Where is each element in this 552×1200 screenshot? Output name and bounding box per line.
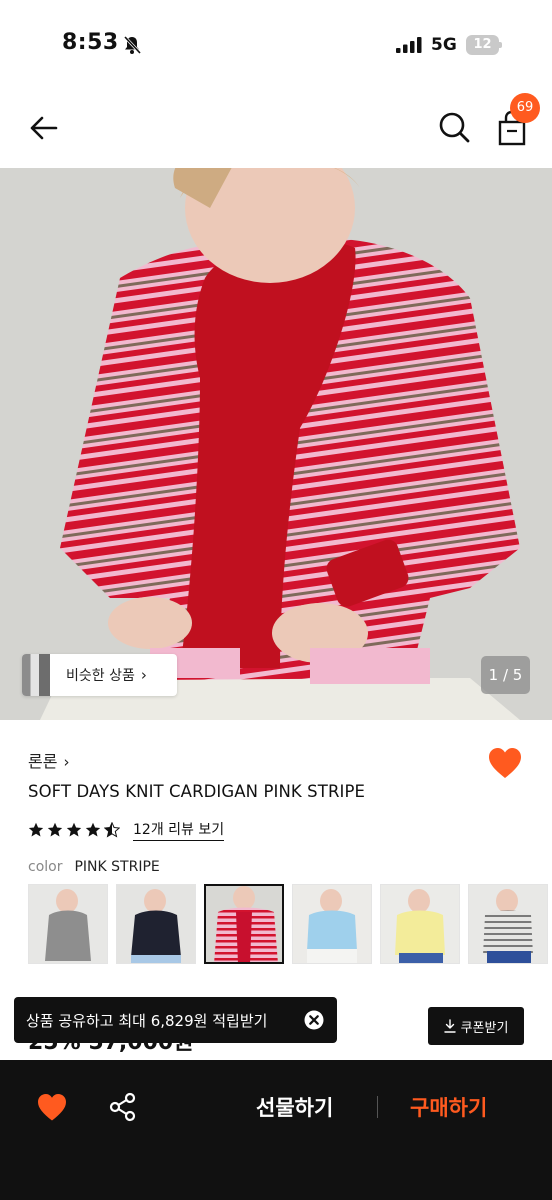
image-page-indicator: 1 / 5 [481,656,530,694]
search-icon[interactable] [437,110,471,144]
close-icon[interactable] [304,1010,324,1030]
swatch-navy[interactable] [116,884,196,964]
coupon-button[interactable]: 쿠폰받기 [428,1007,524,1045]
share-icon[interactable] [108,1092,138,1122]
swatch-yellow[interactable] [380,884,460,964]
swatch-gray-stripe[interactable] [468,884,548,964]
similar-products-label: 비슷한 상품 [66,668,135,684]
color-swatch-row [28,884,552,964]
review-link[interactable]: 12개 리뷰 보기 [133,819,225,841]
bottom-action-bar: 선물하기 구매하기 [0,1060,552,1200]
divider [377,1096,378,1118]
star-icon [47,822,63,837]
battery-icon: 12 [466,35,502,55]
product-name: SOFT DAYS KNIT CARDIGAN PINK STRIPE [28,782,366,801]
color-label: color [28,859,63,875]
coupon-label: 쿠폰받기 [460,1020,509,1036]
brand-link[interactable]: 론론 › [28,748,69,772]
star-icon [28,822,44,837]
cellular-signal-icon [396,37,422,53]
status-time: 8:53 [62,30,119,55]
download-icon [443,1019,456,1033]
back-arrow-icon[interactable] [26,110,62,146]
chevron-right-icon: › [63,753,70,771]
rating-row: 12개 리뷰 보기 [28,818,225,842]
swatch-gray[interactable] [28,884,108,964]
battery-level: 12 [466,35,499,55]
swatch-sky-blue[interactable] [292,884,372,964]
heart-icon[interactable] [487,746,523,780]
buy-button[interactable]: 구매하기 [410,1092,487,1122]
toast-text: 상품 공유하고 최대 6,829원 적립받기 [26,1011,268,1030]
star-icon [66,822,82,837]
swatch-sky-blue-image [293,885,371,963]
chevron-right-icon: › [140,666,147,684]
swatch-gray-stripe-image [469,885,547,963]
similar-products-thumbnail [22,654,50,696]
app-header [0,90,552,168]
wishlist-heart-icon[interactable] [36,1092,68,1122]
share-reward-toast: 상품 공유하고 최대 6,829원 적립받기 [14,997,337,1043]
swatch-gray-image [29,885,107,963]
color-value: PINK STRIPE [74,859,160,875]
product-image-gallery[interactable]: 비슷한 상품 › 1 / 5 [0,168,552,720]
brand-name: 론론 [28,752,58,771]
status-bar: 8:53 5G 12 [0,0,552,90]
swatch-pink-stripe-image [206,886,282,962]
bell-slash-icon [123,35,142,55]
cart-count-badge: 69 [510,93,540,123]
color-row: color PINK STRIPE [28,859,160,875]
half-star-icon [104,822,120,838]
network-label: 5G [431,35,457,55]
product-photo [0,168,552,720]
star-icon [85,822,101,837]
star-rating [28,822,123,838]
swatch-pink-stripe[interactable] [204,884,284,964]
gift-button[interactable]: 선물하기 [256,1092,333,1122]
swatch-navy-image [117,885,195,963]
similar-products-button[interactable]: 비슷한 상품 › [22,654,177,696]
swatch-yellow-image [381,885,459,963]
